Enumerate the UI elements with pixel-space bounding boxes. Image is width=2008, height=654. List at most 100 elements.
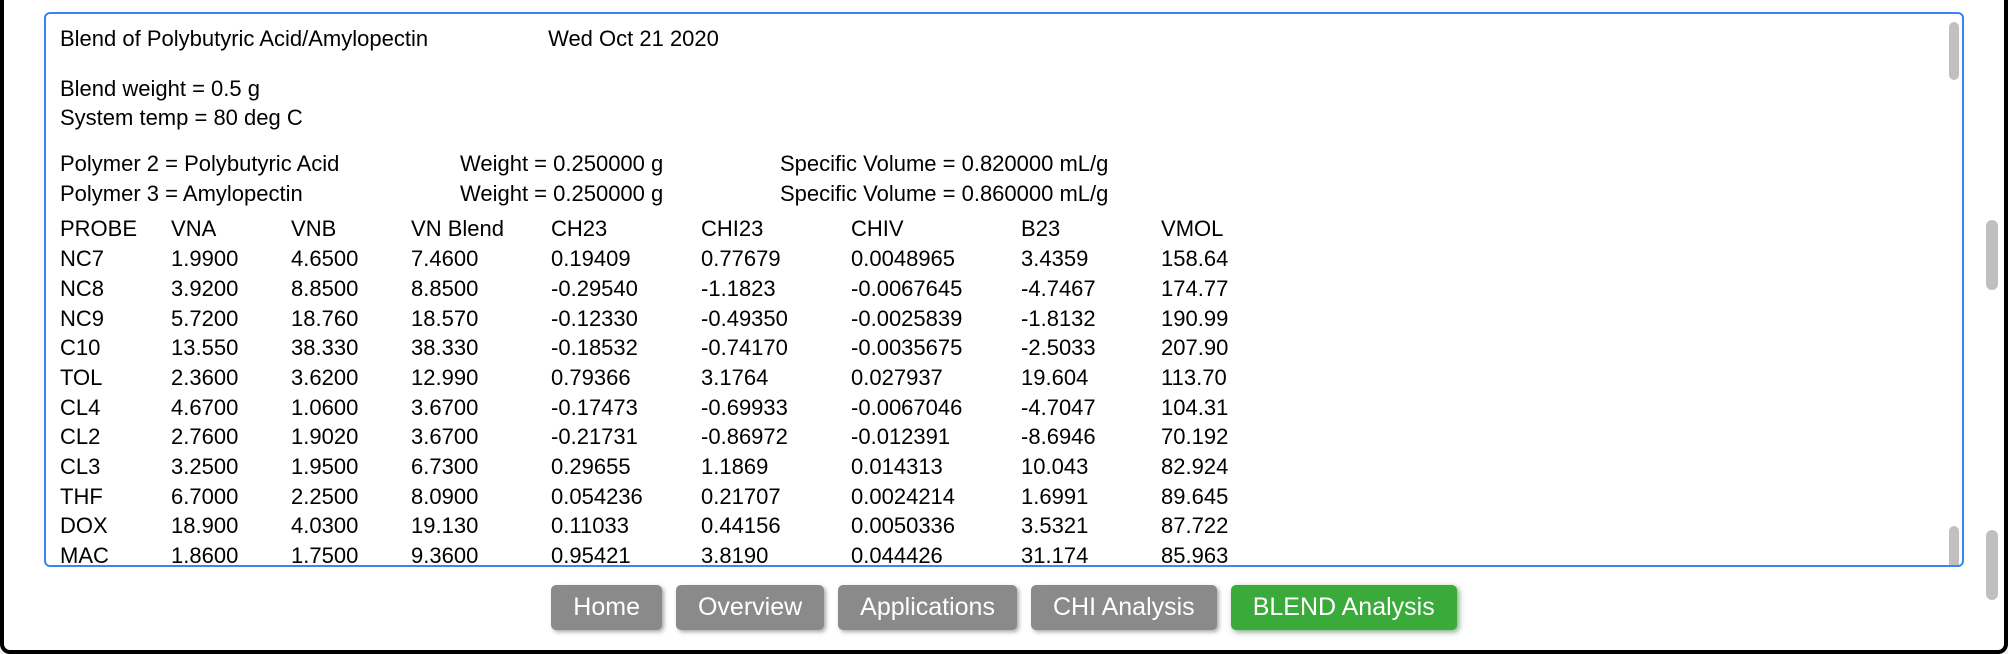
table-cell: 3.8190 [701,541,851,567]
table-cell: 19.130 [411,511,551,541]
table-cell: 6.7000 [171,482,291,512]
table-cell: -0.86972 [701,422,851,452]
table-cell: 18.760 [291,304,411,334]
table-row: THF6.70002.25008.09000.0542360.217070.00… [60,482,1281,512]
results-textarea[interactable]: Blend of Polybutyric Acid/Amylopectin We… [44,12,1964,567]
table-row: TOL2.36003.620012.9900.793663.17640.0279… [60,363,1281,393]
table-row: C1013.55038.33038.330-0.18532-0.74170-0.… [60,333,1281,363]
table-cell: 0.0050336 [851,511,1021,541]
table-cell: DOX [60,511,171,541]
table-header-cell: PROBE [60,214,171,244]
nav-blend-button[interactable]: BLEND Analysis [1231,585,1457,630]
nav-applications-button[interactable]: Applications [838,585,1017,630]
table-cell: 0.44156 [701,511,851,541]
table-cell: 0.79366 [551,363,701,393]
polymer3-name: Polymer 3 = Amylopectin [60,179,460,209]
table-cell: 3.6700 [411,422,551,452]
table-header-row: PROBEVNAVNBVN BlendCH23CHI23CHIVB23VMOL [60,214,1281,244]
table-row: CL44.67001.06003.6700-0.17473-0.69933-0.… [60,393,1281,423]
polymer2-weight: Weight = 0.250000 g [460,149,780,179]
table-cell: -0.21731 [551,422,701,452]
table-row: CL22.76001.90203.6700-0.21731-0.86972-0.… [60,422,1281,452]
table-cell: -1.8132 [1021,304,1161,334]
nav-overview-button[interactable]: Overview [676,585,824,630]
table-cell: 18.900 [171,511,291,541]
nav-home-button[interactable]: Home [551,585,662,630]
table-cell: 158.64 [1161,244,1281,274]
table-cell: 0.044426 [851,541,1021,567]
table-row: NC71.99004.65007.46000.194090.776790.004… [60,244,1281,274]
table-cell: 3.9200 [171,274,291,304]
table-cell: 0.054236 [551,482,701,512]
table-cell: 2.2500 [291,482,411,512]
table-cell: 190.99 [1161,304,1281,334]
table-cell: -0.012391 [851,422,1021,452]
table-cell: 1.0600 [291,393,411,423]
table-cell: CL4 [60,393,171,423]
table-cell: 0.014313 [851,452,1021,482]
table-cell: -0.0025839 [851,304,1021,334]
table-row: NC83.92008.85008.8500-0.29540-1.1823-0.0… [60,274,1281,304]
textarea-scrollbar-thumb-bottom[interactable] [1949,526,1959,567]
table-cell: -0.29540 [551,274,701,304]
table-cell: 2.7600 [171,422,291,452]
table-cell: 10.043 [1021,452,1161,482]
table-cell: -0.0067046 [851,393,1021,423]
table-cell: 9.3600 [411,541,551,567]
table-cell: 8.8500 [291,274,411,304]
table-cell: 1.7500 [291,541,411,567]
table-cell: 1.6991 [1021,482,1161,512]
textarea-scrollbar-thumb-top[interactable] [1949,22,1959,80]
table-cell: 0.77679 [701,244,851,274]
table-header-cell: CH23 [551,214,701,244]
table-cell: 89.645 [1161,482,1281,512]
table-cell: 4.0300 [291,511,411,541]
table-row: DOX18.9004.030019.1300.110330.441560.005… [60,511,1281,541]
table-row: NC95.720018.76018.570-0.12330-0.49350-0.… [60,304,1281,334]
table-cell: NC7 [60,244,171,274]
table-cell: 6.7300 [411,452,551,482]
table-cell: 12.990 [411,363,551,393]
table-cell: -0.17473 [551,393,701,423]
table-cell: 1.8600 [171,541,291,567]
table-cell: 8.0900 [411,482,551,512]
table-cell: 0.95421 [551,541,701,567]
table-cell: CL2 [60,422,171,452]
table-cell: 18.570 [411,304,551,334]
table-cell: 38.330 [291,333,411,363]
table-cell: 1.9500 [291,452,411,482]
table-cell: -4.7047 [1021,393,1161,423]
table-cell: 3.5321 [1021,511,1161,541]
table-cell: -0.49350 [701,304,851,334]
table-cell: -4.7467 [1021,274,1161,304]
table-cell: 3.4359 [1021,244,1161,274]
polymer2-sv: Specific Volume = 0.820000 mL/g [780,149,1230,179]
table-cell: 0.0024214 [851,482,1021,512]
table-cell: 0.11033 [551,511,701,541]
table-cell: 3.6700 [411,393,551,423]
table-cell: -2.5033 [1021,333,1161,363]
table-cell: NC8 [60,274,171,304]
table-cell: 87.722 [1161,511,1281,541]
table-cell: 0.29655 [551,452,701,482]
table-cell: MAC [60,541,171,567]
table-cell: 70.192 [1161,422,1281,452]
run-date: Wed Oct 21 2020 [548,24,719,54]
polymer3-weight: Weight = 0.250000 g [460,179,780,209]
table-header-cell: VMOL [1161,214,1281,244]
window-scrollbar-thumb-lower[interactable] [1986,530,1998,600]
table-cell: -0.0067645 [851,274,1021,304]
table-cell: -0.18532 [551,333,701,363]
table-cell: 8.8500 [411,274,551,304]
table-header-cell: B23 [1021,214,1161,244]
table-header-cell: VNA [171,214,291,244]
nav-chi-button[interactable]: CHI Analysis [1031,585,1217,630]
window-scrollbar-thumb-upper[interactable] [1986,220,1998,290]
table-cell: 0.21707 [701,482,851,512]
table-cell: 0.0048965 [851,244,1021,274]
table-cell: -0.12330 [551,304,701,334]
table-cell: 85.963 [1161,541,1281,567]
table-cell: 4.6500 [291,244,411,274]
table-cell: 19.604 [1021,363,1161,393]
table-cell: 5.7200 [171,304,291,334]
